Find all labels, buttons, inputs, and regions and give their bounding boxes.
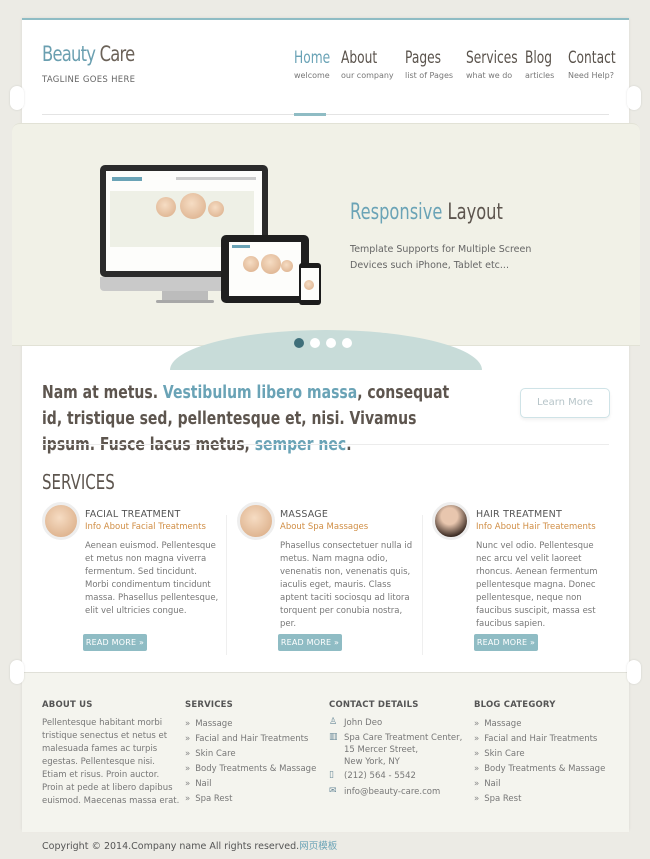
slider-dot[interactable] bbox=[294, 338, 304, 348]
footer-link[interactable]: Nail bbox=[185, 777, 316, 792]
nav-sub: list of Pages bbox=[405, 71, 454, 80]
read-more-button[interactable]: READ MORE » bbox=[278, 634, 342, 651]
contact-address-line-3: New York, NY bbox=[344, 757, 400, 767]
learn-more-button[interactable]: Learn More bbox=[520, 388, 610, 418]
footer-link[interactable]: Skin Care bbox=[185, 747, 316, 762]
slider-heading-accent: Responsive bbox=[350, 200, 443, 225]
footer-services-list: Massage Facial and Hair Treatments Skin … bbox=[185, 717, 316, 807]
contact-phone: (212) 564 - 5542 bbox=[344, 771, 416, 781]
copyright: Copyright © 2014.Company name All rights… bbox=[42, 838, 337, 852]
tab-decoration bbox=[10, 660, 24, 684]
service-description: Nunc vel odio. Pellentesque nec arcu vel… bbox=[476, 541, 598, 629]
footer-blog-title: BLOG CATEGORY bbox=[474, 700, 556, 710]
intro-text: Nam at metus. Vestibulum libero massa, c… bbox=[42, 380, 474, 458]
nav-item-about[interactable]: About our company bbox=[341, 48, 394, 80]
contact-name: John Deo bbox=[344, 718, 383, 728]
nav-item-contact[interactable]: Contact Need Help? bbox=[568, 48, 634, 80]
footer-services-title: SERVICES bbox=[185, 700, 233, 710]
nav-label: About bbox=[341, 48, 378, 68]
building-icon: ▥ bbox=[329, 732, 338, 742]
column-divider bbox=[422, 515, 423, 655]
footer-link[interactable]: Massage bbox=[185, 717, 316, 732]
monitor-stand-base bbox=[156, 300, 214, 303]
intro-text-3: . bbox=[346, 435, 352, 455]
service-subtitle: About Spa Massages bbox=[280, 522, 369, 532]
nav-label: Home bbox=[294, 48, 331, 68]
logo-word-1: Beauty bbox=[42, 42, 96, 66]
footer-link[interactable]: Massage bbox=[474, 717, 605, 732]
copyright-text: Copyright © 2014.Company name All rights… bbox=[42, 841, 300, 852]
read-more-button[interactable]: READ MORE » bbox=[83, 634, 147, 651]
nav-label: Services bbox=[466, 48, 518, 68]
footer-contact-title: CONTACT DETAILS bbox=[329, 700, 419, 710]
nav-label: Contact bbox=[568, 48, 616, 68]
massage-icon bbox=[237, 502, 275, 540]
nav-label: Pages bbox=[405, 48, 442, 68]
nav-active-indicator bbox=[294, 113, 326, 116]
facial-treatment-icon bbox=[42, 502, 80, 540]
tab-decoration bbox=[10, 86, 24, 110]
footer-link[interactable]: Spa Rest bbox=[474, 792, 605, 807]
slider-heading-rest: Layout bbox=[447, 200, 503, 225]
service-title: HAIR TREATMENT bbox=[476, 509, 562, 520]
intro-highlight-2: semper nec bbox=[254, 435, 347, 455]
footer-about-text: Pellentesque habitant morbi tristique se… bbox=[42, 718, 180, 806]
slider-dot[interactable] bbox=[310, 338, 320, 348]
nav-label: Blog bbox=[525, 48, 553, 68]
tagline: TAGLINE GOES HERE bbox=[42, 75, 136, 85]
column-divider bbox=[226, 515, 227, 655]
nav-sub: Need Help? bbox=[568, 71, 614, 80]
page-container: Beauty Care TAGLINE GOES HERE Home welco… bbox=[10, 18, 641, 832]
tab-decoration bbox=[627, 660, 641, 684]
footer-link[interactable]: Facial and Hair Treatments bbox=[185, 732, 316, 747]
section-divider bbox=[42, 444, 609, 445]
nav-item-home[interactable]: Home welcome bbox=[294, 48, 344, 80]
contact-email[interactable]: info@beauty-care.com bbox=[344, 786, 440, 799]
footer-about-title: ABOUT US bbox=[42, 700, 93, 710]
footer-link[interactable]: Nail bbox=[474, 777, 605, 792]
logo-word-2: Care bbox=[99, 42, 136, 66]
contact-address-line-1: Spa Care Treatment Center, bbox=[344, 733, 463, 743]
slider-pagination bbox=[294, 338, 352, 348]
slider-text: Template Supports for Multiple Screen De… bbox=[350, 244, 532, 271]
footer-link[interactable]: Spa Rest bbox=[185, 792, 316, 807]
footer-link[interactable]: Skin Care bbox=[474, 747, 605, 762]
nav-sub: our company bbox=[341, 71, 394, 80]
services-heading: SERVICES bbox=[42, 470, 115, 494]
contact-address-line-2: 15 Mercer Street, bbox=[344, 745, 419, 755]
tab-decoration bbox=[627, 86, 641, 110]
service-description: Phasellus consectetuer nulla id metus. N… bbox=[280, 541, 413, 629]
tablet-image bbox=[221, 235, 309, 303]
footer-blog-list: Massage Facial and Hair Treatments Skin … bbox=[474, 717, 605, 807]
nav-item-blog[interactable]: Blog articles bbox=[525, 48, 563, 80]
mail-icon: ✉ bbox=[329, 786, 337, 796]
service-subtitle: Info About Facial Treatments bbox=[85, 522, 206, 532]
phone-icon: ▯ bbox=[329, 770, 334, 780]
nav-item-pages[interactable]: Pages list of Pages bbox=[405, 48, 455, 80]
service-subtitle: Info About Hair Treatements bbox=[476, 522, 596, 532]
person-icon: ♙ bbox=[329, 717, 338, 727]
slider-heading: Responsive Layout bbox=[350, 200, 503, 225]
footer-link[interactable]: Body Treatments & Massage bbox=[185, 762, 316, 777]
service-title: MASSAGE bbox=[280, 509, 329, 520]
nav-sub: articles bbox=[525, 71, 555, 80]
logo[interactable]: Beauty Care bbox=[42, 42, 136, 66]
footer-link[interactable]: Facial and Hair Treatments bbox=[474, 732, 605, 747]
intro-text-1: Nam at metus. bbox=[42, 383, 163, 403]
intro-highlight-1: Vestibulum libero massa bbox=[162, 383, 358, 403]
slider-dot[interactable] bbox=[326, 338, 336, 348]
nav-sub: welcome bbox=[294, 71, 330, 80]
service-description: Aenean euismod. Pellentesque et metus no… bbox=[85, 541, 219, 616]
read-more-button[interactable]: READ MORE » bbox=[474, 634, 538, 651]
footer-link[interactable]: Body Treatments & Massage bbox=[474, 762, 605, 777]
copyright-link[interactable]: 网页模板 bbox=[299, 841, 337, 852]
slider-dot[interactable] bbox=[342, 338, 352, 348]
service-title: FACIAL TREATMENT bbox=[85, 509, 181, 520]
phone-image bbox=[299, 263, 321, 305]
hair-treatment-icon bbox=[432, 502, 470, 540]
